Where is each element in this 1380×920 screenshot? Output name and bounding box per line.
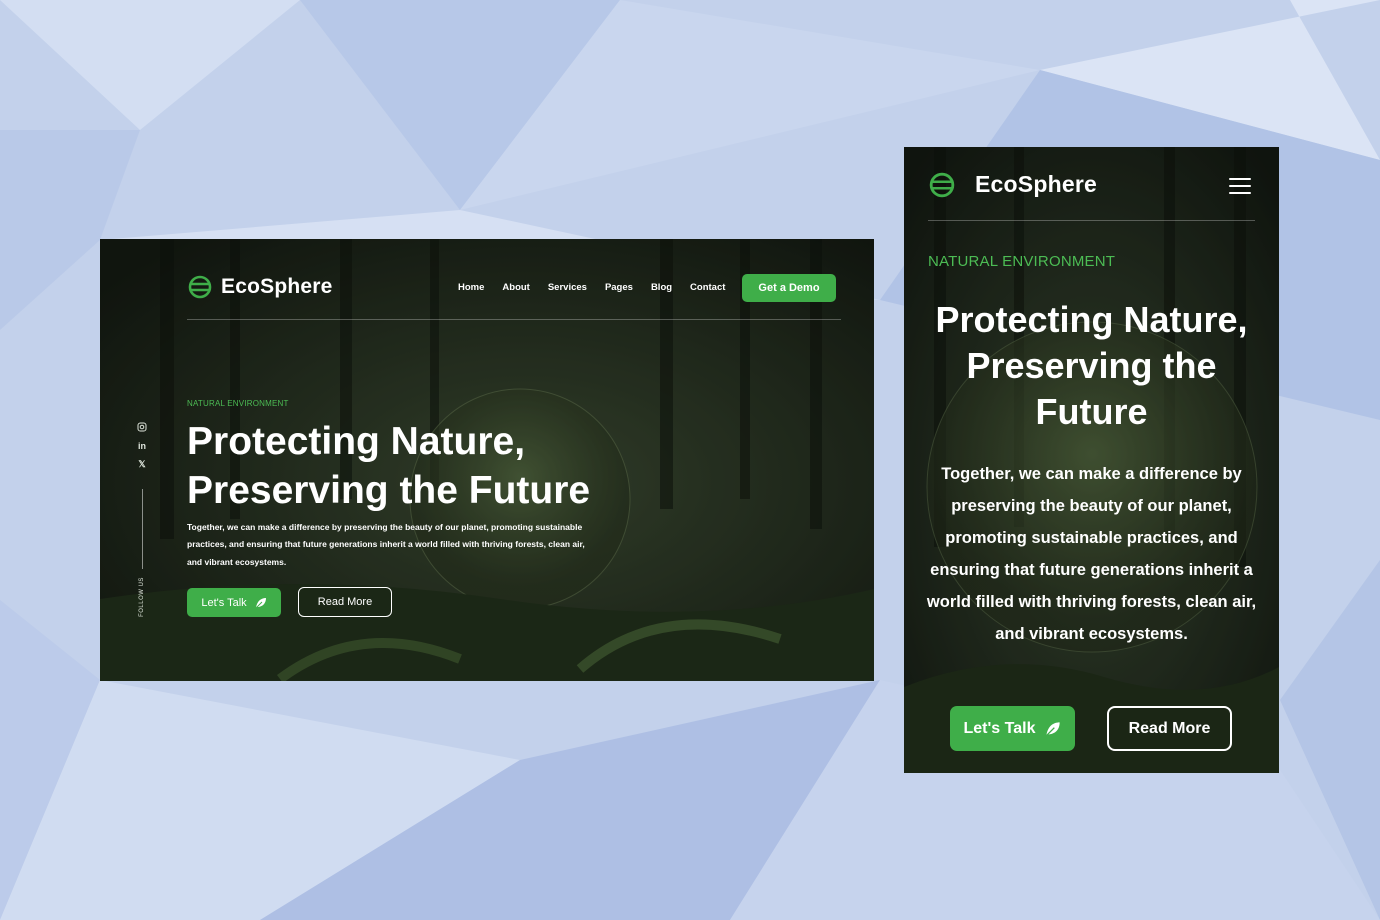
hero-eyebrow: NATURAL ENVIRONMENT [187,399,289,408]
mobile-preview: EcoSphere NATURAL ENVIRONMENT Protecting… [904,147,1279,773]
leaf-icon [1046,721,1061,736]
hero-description: Together, we can make a difference by pr… [926,465,1257,643]
instagram-icon[interactable] [137,421,148,432]
read-more-button[interactable]: Read More [1107,706,1232,751]
logo[interactable]: EcoSphere [188,275,333,299]
globe-logo-icon [929,172,955,197]
nav-about[interactable]: About [502,282,529,293]
header-divider [928,220,1255,221]
hero-title: Protecting Nature, Preserving the Future [187,420,591,512]
header-divider [187,319,841,320]
lets-talk-button[interactable]: Let's Talk [187,588,281,617]
main-nav: Home About Services Pages Blog Contact [458,282,725,293]
hero-title: Protecting Nature, Preserving the Future [935,299,1248,432]
follow-us-label: FOLLOW US [139,577,145,617]
logo[interactable]: EcoSphere [929,171,1097,198]
brand-name: EcoSphere [221,275,333,298]
nav-contact[interactable]: Contact [690,282,725,293]
social-divider [142,489,143,569]
brand-name: EcoSphere [975,171,1097,197]
hamburger-menu-icon[interactable] [1229,178,1251,194]
social-links: in 𝕏 [136,421,148,470]
nav-services[interactable]: Services [548,282,587,293]
hero-eyebrow: NATURAL ENVIRONMENT [928,253,1116,270]
lets-talk-label: Let's Talk [201,596,247,609]
leaf-icon [255,597,266,608]
nav-blog[interactable]: Blog [651,282,672,293]
nav-home[interactable]: Home [458,282,484,293]
desktop-preview: EcoSphere Home About Services Pages Blog… [100,239,874,681]
lets-talk-label: Let's Talk [963,719,1036,737]
globe-logo-icon [188,275,212,299]
linkedin-icon[interactable]: in [137,440,148,451]
lets-talk-button[interactable]: Let's Talk [950,706,1075,751]
hero-description: Together, we can make a difference by pr… [187,522,585,567]
x-icon[interactable]: 𝕏 [137,459,148,470]
get-demo-button[interactable]: Get a Demo [742,274,836,302]
read-more-button[interactable]: Read More [298,587,392,617]
nav-pages[interactable]: Pages [605,282,633,293]
